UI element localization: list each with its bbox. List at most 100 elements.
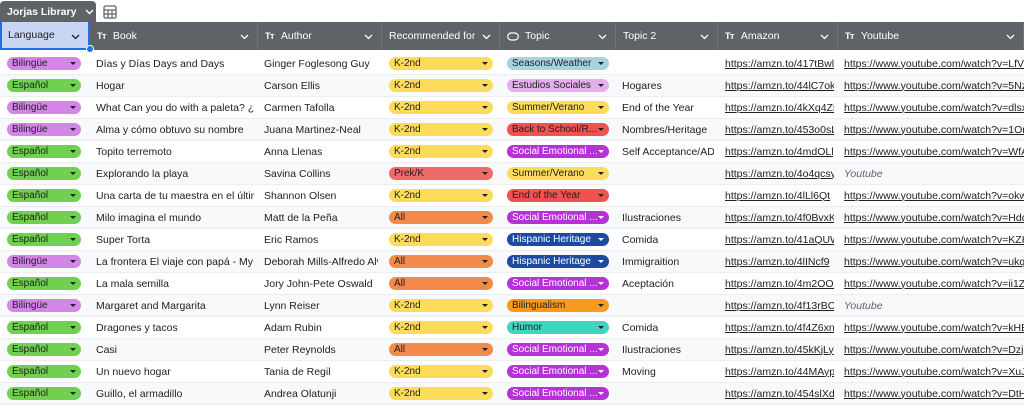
topic-chip[interactable]: Bilingualism xyxy=(507,299,609,312)
language-chip[interactable]: Español xyxy=(7,79,81,92)
table-row[interactable]: Español Dragones y tacos Adam Rubin K-2nd Hu… xyxy=(0,317,1024,339)
column-header-topic-2[interactable]: Topic 2 xyxy=(616,22,718,50)
amazon-link[interactable]: https://amzn.to/453o0sL xyxy=(725,124,834,136)
dropdown-arrow-icon[interactable] xyxy=(482,194,488,197)
youtube-link[interactable]: https://www.youtube.com/watch?v=1Or5j xyxy=(844,124,1024,136)
recommended-chip[interactable]: All xyxy=(389,343,493,356)
amazon-cell[interactable]: https://amzn.to/4f4Z6xn xyxy=(725,317,834,338)
amazon-cell[interactable]: https://amzn.to/41aQUWu xyxy=(725,229,834,250)
amazon-cell[interactable]: https://amzn.to/453o0sL xyxy=(725,119,834,140)
table-row[interactable]: Bilingüe Margaret and Margarita Lynn Reise… xyxy=(0,295,1024,317)
topic-chip[interactable]: Hispanic Heritage xyxy=(507,233,609,246)
youtube-cell[interactable]: https://www.youtube.com/watch?v=ii1ZgJ xyxy=(844,273,1024,294)
recommended-cell[interactable]: K-2nd xyxy=(389,229,496,250)
youtube-cell[interactable]: https://www.youtube.com/watch?v=1Or5j xyxy=(844,119,1024,140)
topic2-cell[interactable]: Ilustraciones xyxy=(622,339,714,360)
topic-cell[interactable]: Hispanic Heritage xyxy=(507,229,612,250)
youtube-link[interactable]: https://www.youtube.com/watch?v=HddG xyxy=(844,212,1024,224)
dropdown-arrow-icon[interactable] xyxy=(482,370,488,373)
language-chip[interactable]: Español xyxy=(7,321,81,334)
youtube-link[interactable]: https://www.youtube.com/watch?v=kHEkl xyxy=(844,322,1024,334)
dropdown-arrow-icon[interactable] xyxy=(482,84,488,87)
dropdown-arrow-icon[interactable] xyxy=(482,260,488,263)
youtube-link[interactable]: https://www.youtube.com/watch?v=dlsxjp xyxy=(844,102,1024,114)
dropdown-arrow-icon[interactable] xyxy=(482,238,488,241)
language-chip[interactable]: Español xyxy=(7,233,81,246)
book-cell[interactable]: Topito terremoto xyxy=(96,141,254,162)
amazon-link[interactable]: https://amzn.to/4f4Z6xn xyxy=(725,322,834,334)
topic-cell[interactable]: Hispanic Heritage xyxy=(507,251,612,272)
table-row[interactable]: Español Topito terremoto Anna Llenas K-2nd S… xyxy=(0,141,1024,163)
youtube-link[interactable]: https://www.youtube.com/watch?v=DtHF xyxy=(844,388,1024,400)
topic-cell[interactable]: Social Emotional ... xyxy=(507,207,612,228)
book-cell[interactable]: What Can you do with a paleta? ¿Qué xyxy=(96,97,254,118)
youtube-cell[interactable]: https://www.youtube.com/watch?v=DzjRl xyxy=(844,339,1024,360)
amazon-link[interactable]: https://amzn.to/4lINcf9 xyxy=(725,256,829,268)
youtube-cell[interactable]: Youtube xyxy=(844,295,1024,316)
dropdown-arrow-icon[interactable] xyxy=(70,216,76,219)
youtube-link[interactable]: https://www.youtube.com/watch?v=ukqsx xyxy=(844,256,1024,268)
language-chip[interactable]: Español xyxy=(7,365,81,378)
dropdown-arrow-icon[interactable] xyxy=(598,392,604,395)
recommended-cell[interactable]: K-2nd xyxy=(389,185,496,206)
language-chip[interactable]: Español xyxy=(7,145,81,158)
chevron-down-icon[interactable] xyxy=(700,32,709,41)
youtube-link[interactable]: https://www.youtube.com/watch?v=ii1ZgJ xyxy=(844,278,1024,290)
author-cell[interactable]: Savina Collins xyxy=(264,163,378,184)
recommended-cell[interactable]: All xyxy=(389,251,496,272)
topic2-cell[interactable] xyxy=(622,163,714,184)
language-cell[interactable]: Bilingüe xyxy=(7,53,86,74)
amazon-link[interactable]: https://amzn.to/44MAypt xyxy=(725,366,834,378)
author-cell[interactable]: Jory John-Pete Oswald xyxy=(264,273,378,294)
topic2-cell[interactable]: Moving xyxy=(622,361,714,382)
topic2-cell[interactable]: Self Acceptance/ADHI xyxy=(622,141,714,162)
topic-chip[interactable]: Social Emotional ... xyxy=(507,277,609,290)
amazon-link[interactable]: https://amzn.to/4mdOLlg xyxy=(725,146,834,158)
column-header-language[interactable]: Language xyxy=(0,22,90,50)
chevron-down-icon[interactable] xyxy=(84,7,94,17)
topic-cell[interactable]: Social Emotional ... xyxy=(507,141,612,162)
topic-chip[interactable]: Social Emotional ... xyxy=(507,145,609,158)
author-cell[interactable]: Juana Martinez-Neal xyxy=(264,119,378,140)
recommended-cell[interactable]: K-2nd xyxy=(389,383,496,404)
recommended-cell[interactable]: K-2nd xyxy=(389,119,496,140)
topic-cell[interactable]: Bilingualism xyxy=(507,295,612,316)
topic-cell[interactable]: Social Emotional ... xyxy=(507,339,612,360)
column-header-author[interactable]: Tт Author xyxy=(258,22,382,50)
book-cell[interactable]: Una carta de tu maestra en el último d xyxy=(96,185,254,206)
recommended-chip[interactable]: K-2nd xyxy=(389,299,493,312)
language-chip[interactable]: Bilingüe xyxy=(7,57,81,70)
dropdown-arrow-icon[interactable] xyxy=(482,150,488,153)
topic-chip[interactable]: End of the Year xyxy=(507,189,609,202)
youtube-cell[interactable]: https://www.youtube.com/watch?v=HddG xyxy=(844,207,1024,228)
topic2-cell[interactable]: Aceptación xyxy=(622,273,714,294)
book-cell[interactable]: Milo imagina el mundo xyxy=(96,207,254,228)
topic-chip[interactable]: Social Emotional ... xyxy=(507,211,609,224)
table-row[interactable]: Español La mala semilla Jory John-Pete Osw… xyxy=(0,273,1024,295)
language-cell[interactable]: Español xyxy=(7,383,86,404)
amazon-cell[interactable]: https://amzn.to/4m2OOAZ xyxy=(725,273,834,294)
table-row[interactable]: Español Explorando la playa Savina Collins… xyxy=(0,163,1024,185)
language-cell[interactable]: Español xyxy=(7,207,86,228)
youtube-cell[interactable]: https://www.youtube.com/watch?v=KZHS xyxy=(844,229,1024,250)
topic2-cell[interactable]: End of the Year xyxy=(622,97,714,118)
recommended-cell[interactable]: All xyxy=(389,273,496,294)
youtube-link[interactable]: https://www.youtube.com/watch?v=okwel xyxy=(844,190,1024,202)
topic-cell[interactable]: Summer/Verano xyxy=(507,97,612,118)
recommended-chip[interactable]: K-2nd xyxy=(389,365,493,378)
amazon-cell[interactable]: https://amzn.to/4mdOLlg xyxy=(725,141,834,162)
amazon-cell[interactable]: https://amzn.to/4lLl6Qt xyxy=(725,185,834,206)
topic2-cell[interactable] xyxy=(622,53,714,74)
author-cell[interactable]: Carson Ellis xyxy=(264,75,378,96)
amazon-cell[interactable]: https://amzn.to/4kXq4Zh xyxy=(725,97,834,118)
recommended-cell[interactable]: K-2nd xyxy=(389,317,496,338)
dropdown-arrow-icon[interactable] xyxy=(482,304,488,307)
dropdown-arrow-icon[interactable] xyxy=(70,128,76,131)
topic-chip[interactable]: Estudios Sociales xyxy=(507,79,609,92)
language-cell[interactable]: Español xyxy=(7,229,86,250)
recommended-cell[interactable]: K-2nd xyxy=(389,361,496,382)
book-cell[interactable]: Super Torta xyxy=(96,229,254,250)
topic-chip[interactable]: Social Emotional ... xyxy=(507,365,609,378)
youtube-cell[interactable]: https://www.youtube.com/watch?v=ukqsx xyxy=(844,251,1024,272)
language-cell[interactable]: Bilingüe xyxy=(7,295,86,316)
